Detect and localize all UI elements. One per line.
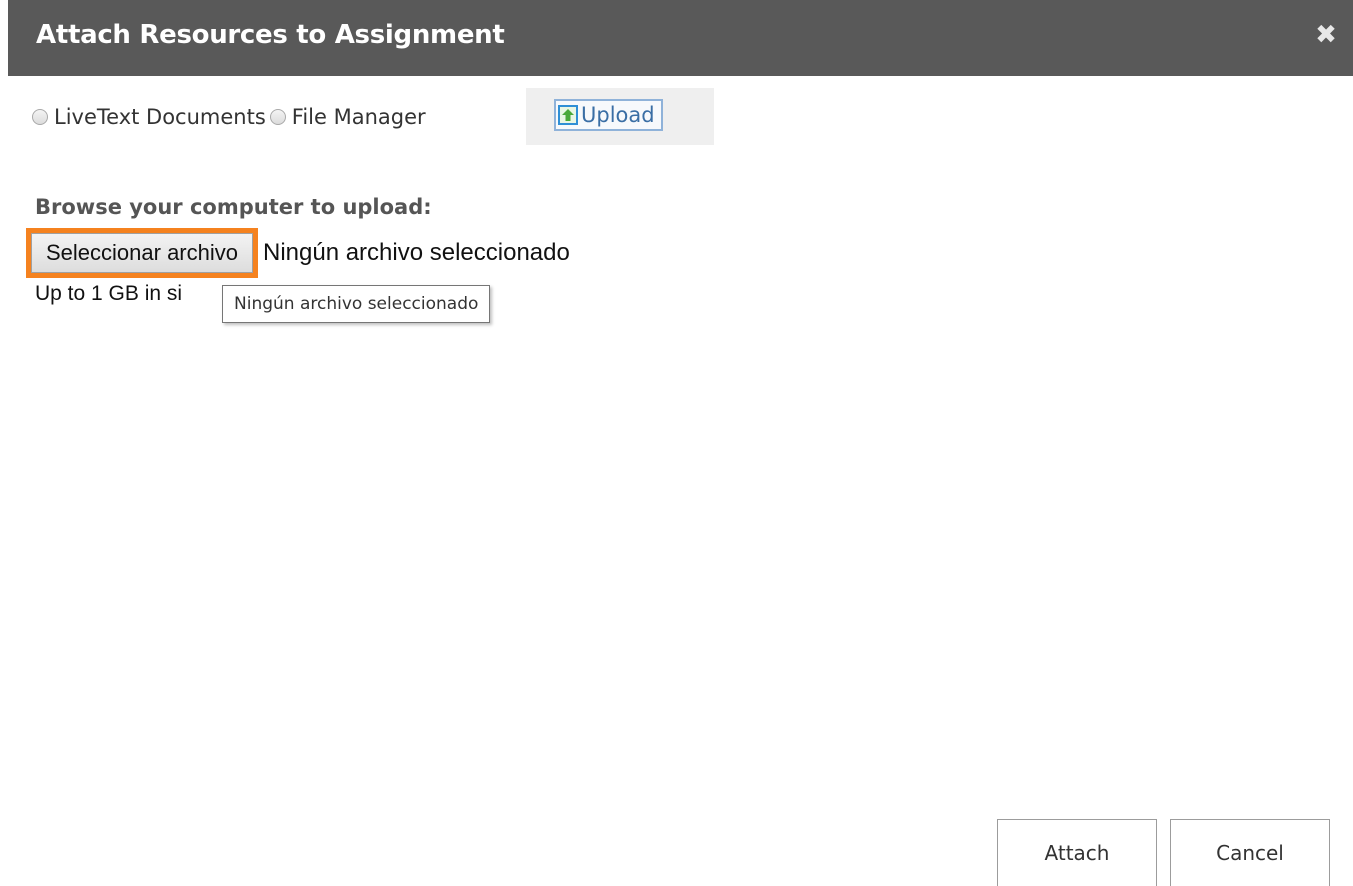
file-input: Seleccionar archivo Ningún archivo selec… [26, 228, 570, 278]
file-button-focus-outline: Seleccionar archivo [26, 228, 258, 278]
choose-file-button[interactable]: Seleccionar archivo [31, 233, 253, 273]
file-status-tooltip: Ningún archivo seleccionado [222, 285, 491, 323]
file-manager-label[interactable]: File Manager [292, 105, 426, 129]
upload-label: Upload [581, 103, 655, 127]
size-limit-note: Up to 1 GB in si [35, 282, 183, 305]
livetext-documents-radio[interactable] [32, 108, 48, 125]
attach-button[interactable]: Attach [997, 819, 1157, 886]
cancel-button[interactable]: Cancel [1170, 819, 1330, 886]
file-status-text: Ningún archivo seleccionado [262, 239, 570, 266]
livetext-documents-label[interactable]: LiveText Documents [54, 105, 266, 129]
upload-tab: Upload [526, 88, 714, 145]
dialog-titlebar: Attach Resources to Assignment ✖ [8, 0, 1353, 76]
upload-arrow-icon [558, 105, 578, 125]
upload-button[interactable]: Upload [554, 99, 663, 131]
close-icon[interactable]: ✖ [1313, 20, 1339, 50]
browse-label: Browse your computer to upload: [35, 195, 432, 219]
dialog-title: Attach Resources to Assignment [36, 20, 505, 50]
attach-resources-dialog: Attach Resources to Assignment ✖ LiveTex… [0, 0, 1353, 886]
file-manager-radio[interactable] [269, 108, 286, 125]
source-selector: LiveText Documents File Manager [32, 88, 430, 145]
